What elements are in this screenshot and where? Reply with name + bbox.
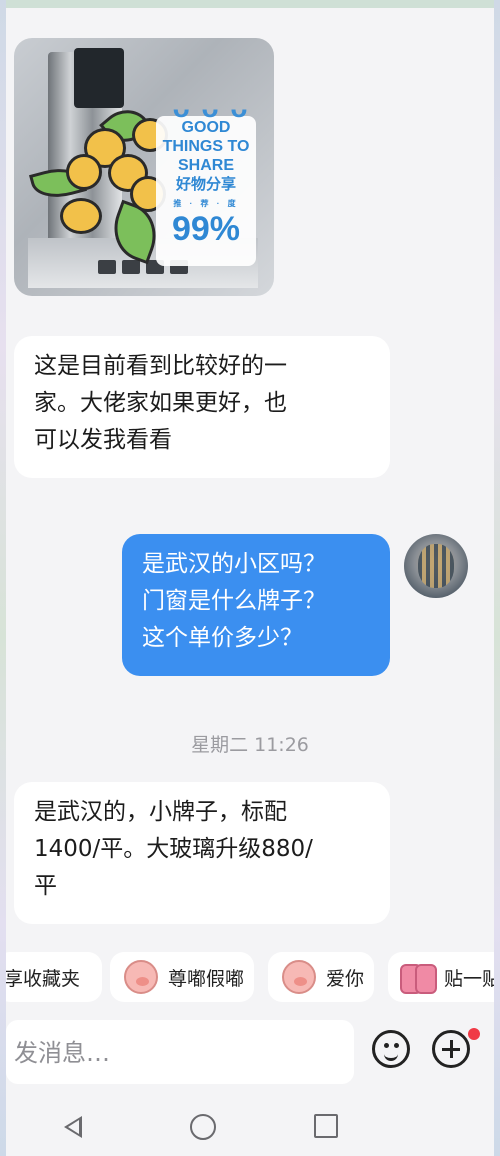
home-icon[interactable] — [190, 1114, 216, 1140]
message-text-line: 家。大佬家如果更好，也 — [34, 390, 287, 416]
flower-decoration — [66, 154, 102, 190]
sticker-text: SHARE — [177, 157, 234, 174]
background-decoration-top — [0, 0, 500, 8]
emoji-button[interactable] — [372, 1030, 410, 1068]
message-text-line: 这个单价多少？ — [142, 625, 303, 651]
message-text-line: 可以发我看看 — [34, 427, 172, 453]
quick-reply-label: 享收藏夹 — [6, 967, 81, 990]
quick-reply-bar[interactable]: 享收藏夹 尊嘟假嘟 爱你 贴一贴 — [6, 942, 494, 1008]
two-pigs-icon — [400, 960, 437, 994]
message-input-row — [6, 1012, 494, 1096]
background-decoration-right — [494, 0, 500, 1156]
smiley-icon — [394, 1043, 399, 1048]
notification-dot — [468, 1028, 480, 1040]
quick-reply-label: 爱你 — [326, 967, 365, 990]
window-frame-seal — [74, 48, 124, 108]
incoming-message-bubble[interactable]: 这是目前看到比较好的一 家。大佬家如果更好，也 可以发我看看 — [14, 336, 390, 478]
pig-face-icon — [124, 960, 158, 994]
quick-reply-label: 贴一贴 — [444, 967, 494, 990]
message-input-container[interactable] — [6, 1020, 354, 1086]
incoming-message-bubble[interactable]: 是武汉的，小牌子，标配 1400/平。大玻璃升级880/ 平 — [14, 782, 390, 924]
quick-reply-favorites[interactable]: 享收藏夹 — [6, 952, 102, 1002]
chat-window: ᴗ ᴗ ᴗ GOOD THINGS TO SHARE 好物分享 推 · 荐 · … — [6, 8, 494, 1156]
message-text-line: 是武汉的，小牌子，标配 — [34, 799, 287, 825]
message-text-line: 门窗是什么牌子？ — [142, 588, 326, 614]
message-input[interactable] — [6, 1020, 336, 1086]
message-list[interactable]: ᴗ ᴗ ᴗ GOOD THINGS TO SHARE 好物分享 推 · 荐 · … — [6, 8, 494, 933]
flower-decoration — [60, 198, 102, 234]
recent-apps-icon[interactable] — [314, 1114, 338, 1138]
outgoing-message-bubble[interactable]: 是武汉的小区吗？ 门窗是什么牌子？ 这个单价多少？ — [122, 534, 390, 676]
message-text-line: 这是目前看到比较好的一 — [34, 353, 287, 379]
smiley-icon — [384, 1050, 398, 1061]
avatar-image — [418, 544, 454, 588]
frame-slot — [122, 260, 140, 274]
pig-face-icon — [282, 960, 316, 994]
quick-reply-label: 尊嘟假嘟 — [168, 967, 245, 990]
quick-reply-love-you[interactable]: 爱你 — [268, 952, 374, 1002]
message-text-line: 1400/平。大玻璃升级880/ — [34, 836, 313, 862]
message-timestamp: 星期二 11:26 — [191, 734, 309, 756]
system-navigation-bar — [6, 1100, 494, 1156]
quick-reply-stick-together[interactable]: 贴一贴 — [388, 952, 494, 1002]
more-actions-button[interactable] — [432, 1030, 470, 1068]
sticker-text: 推 · 荐 · 度 — [173, 199, 239, 208]
sticker-text: 好物分享 — [175, 176, 236, 193]
frame-slot — [98, 260, 116, 274]
image-message[interactable]: ᴗ ᴗ ᴗ GOOD THINGS TO SHARE 好物分享 推 · 荐 · … — [14, 38, 274, 296]
user-avatar[interactable] — [404, 534, 468, 598]
good-things-sticker: ᴗ ᴗ ᴗ GOOD THINGS TO SHARE 好物分享 推 · 荐 · … — [154, 92, 264, 276]
sticker-text: THINGS TO — [162, 138, 250, 155]
sticker-percentage: 99% — [171, 210, 241, 248]
quick-reply-zundujiadu[interactable]: 尊嘟假嘟 — [110, 952, 254, 1002]
message-text-line: 是武汉的小区吗？ — [142, 551, 326, 577]
smiley-icon — [384, 1043, 389, 1048]
sticker-text: GOOD — [181, 119, 231, 136]
back-icon[interactable] — [64, 1116, 82, 1138]
message-text-line: 平 — [34, 873, 57, 899]
